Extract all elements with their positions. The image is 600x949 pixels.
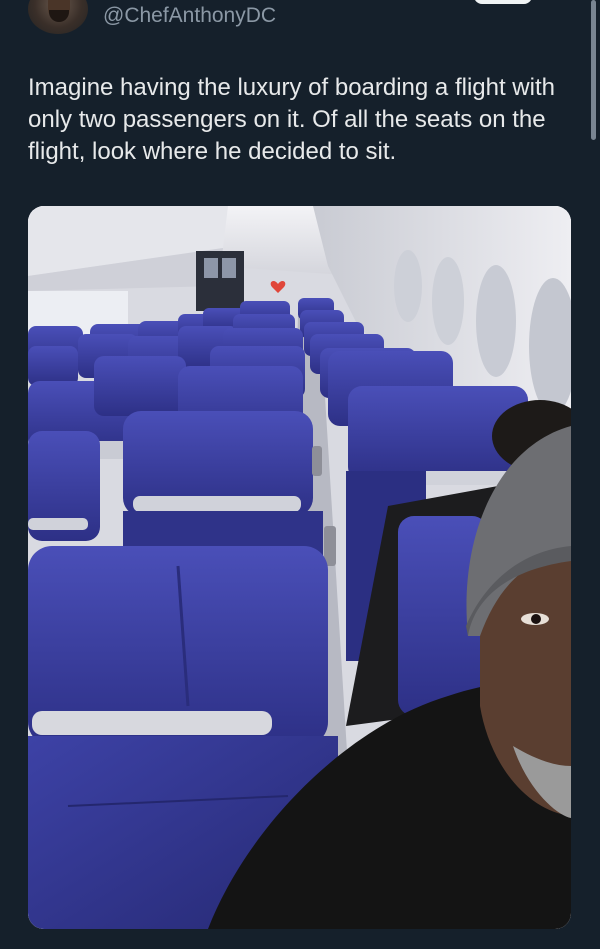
follow-button[interactable] xyxy=(474,0,532,4)
author-avatar[interactable] xyxy=(28,0,88,34)
author-handle[interactable]: @ChefAnthonyDC xyxy=(103,4,276,28)
tweet-view: @ChefAnthonyDC Imagine having the luxury… xyxy=(0,0,600,949)
tweet-header: @ChefAnthonyDC xyxy=(0,0,600,40)
scrollbar-thumb[interactable] xyxy=(591,0,596,140)
tweet-text: Imagine having the luxury of boarding a … xyxy=(28,74,555,165)
avatar-beard xyxy=(49,10,69,22)
tweet-photo[interactable] xyxy=(28,206,571,929)
airplane-cabin-photo xyxy=(28,206,571,929)
